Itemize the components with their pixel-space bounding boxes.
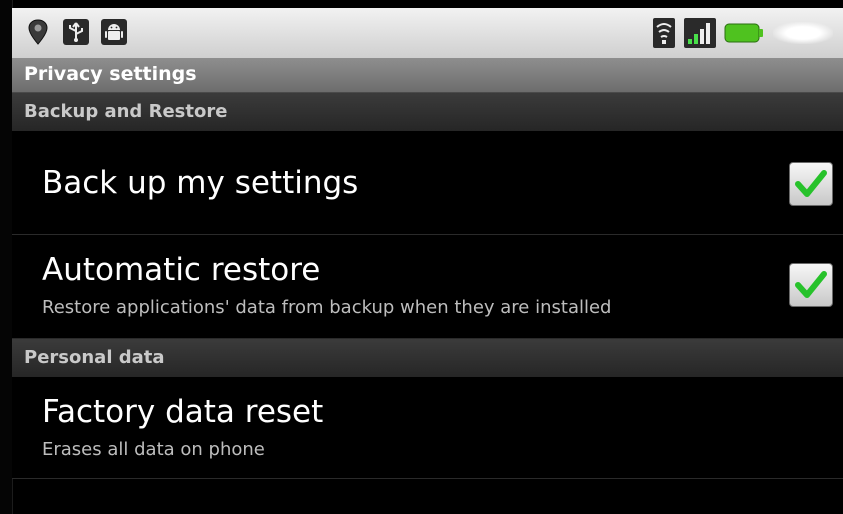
setting-row-automatic-restore[interactable]: Automatic restore Restore applications' … <box>12 235 843 339</box>
signal-icon <box>684 18 716 48</box>
setting-title: Factory data reset <box>42 394 324 430</box>
automatic-restore-checkbox[interactable] <box>789 263 833 307</box>
title-bar: Privacy settings <box>12 58 843 93</box>
status-glare <box>773 22 833 44</box>
section-header-label: Backup and Restore <box>24 101 228 122</box>
android-screen: Privacy settings Backup and Restore Back… <box>0 0 843 514</box>
android-icon <box>100 18 128 46</box>
section-header-label: Personal data <box>24 347 165 368</box>
setting-title: Automatic restore <box>42 252 321 288</box>
page-title: Privacy settings <box>24 63 197 85</box>
usb-icon <box>62 18 90 46</box>
location-pin-icon <box>24 18 52 46</box>
section-header-backup-restore: Backup and Restore <box>12 93 843 131</box>
wifi-icon <box>650 18 678 48</box>
check-icon <box>795 170 827 197</box>
backup-checkbox[interactable] <box>789 162 833 206</box>
setting-summary: Restore applications' data from backup w… <box>42 297 612 318</box>
setting-row-backup[interactable]: Back up my settings <box>12 131 843 235</box>
status-bar <box>12 8 843 59</box>
setting-row-factory-reset[interactable]: Factory data reset Erases all data on ph… <box>12 377 843 479</box>
check-icon <box>795 271 827 298</box>
setting-title: Back up my settings <box>42 165 359 201</box>
battery-icon <box>724 23 763 51</box>
screen-content: Privacy settings Backup and Restore Back… <box>12 0 843 514</box>
section-header-personal-data: Personal data <box>12 339 843 377</box>
setting-summary: Erases all data on phone <box>42 439 265 460</box>
